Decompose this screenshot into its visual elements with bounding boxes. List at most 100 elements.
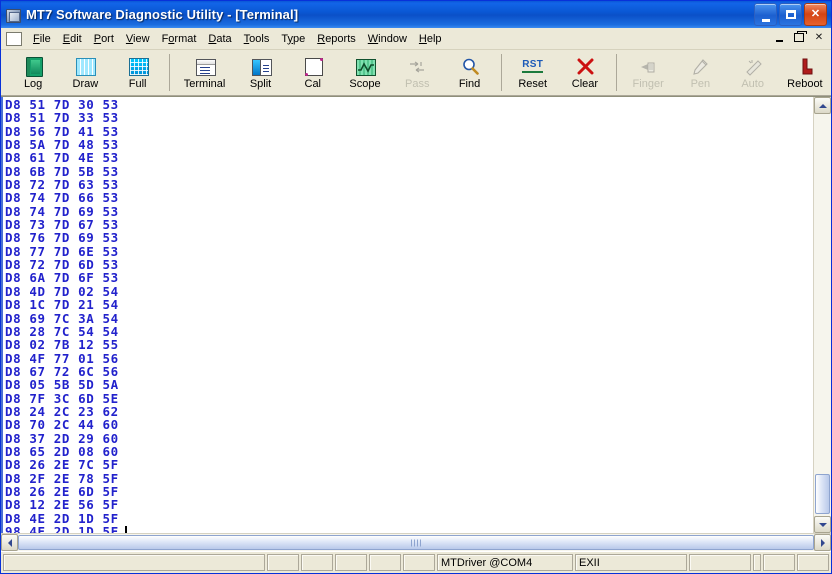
terminal-line: D8 72 7D 6D 53 [5, 257, 119, 273]
magnifier-find-icon [459, 56, 481, 77]
toolbar-label-log: Log [23, 77, 43, 90]
vertical-scroll-thumb[interactable] [815, 474, 830, 514]
minimize-button[interactable] [754, 3, 777, 26]
menu-item-tools[interactable]: Tools [238, 31, 276, 47]
status-extra-4 [797, 554, 829, 571]
terminal-line: D8 28 7C 54 54 [5, 323, 119, 339]
title-bar: MT7 Software Diagnostic Utility - [Termi… [1, 1, 831, 28]
toolbar-label-clear: Clear [571, 77, 599, 90]
terminal-line: D8 72 7D 63 53 [5, 177, 119, 193]
terminal-line: D8 76 7D 69 53 [5, 230, 119, 246]
mdi-restore-button[interactable] [790, 29, 808, 46]
scroll-up-arrow[interactable] [814, 97, 831, 114]
terminal-line: D8 7F 3C 6D 5E [5, 390, 119, 406]
horizontal-scroll-track[interactable] [18, 534, 814, 551]
terminal-line: D8 77 7D 6E 53 [5, 243, 119, 259]
menu-item-file[interactable]: File [27, 31, 57, 47]
scroll-left-arrow[interactable] [1, 534, 18, 551]
status-extra-1 [689, 554, 751, 571]
status-panel-5 [403, 554, 435, 571]
terminal-line: D8 6A 7D 6F 53 [5, 270, 119, 286]
split-window-icon [250, 56, 272, 77]
scroll-down-arrow[interactable] [814, 516, 831, 533]
mdi-window-buttons: ✕ [770, 29, 828, 46]
terminal-line: D8 1C 7D 21 54 [5, 297, 119, 313]
draw-grid-icon [74, 56, 97, 77]
vertical-scrollbar[interactable] [813, 97, 831, 533]
terminal-line: D8 4F 77 01 56 [5, 350, 119, 366]
toolbar-button-cal[interactable]: Cal [287, 51, 339, 94]
toolbar-button-terminal[interactable]: Terminal [175, 51, 235, 94]
mdi-close-button[interactable]: ✕ [810, 29, 828, 46]
scope-waveform-icon [354, 56, 377, 77]
terminal-line: D8 5A 7D 48 53 [5, 137, 119, 153]
mdi-minimize-button[interactable] [770, 29, 788, 46]
vertical-scroll-track[interactable] [814, 114, 831, 516]
menu-item-view[interactable]: View [120, 31, 156, 47]
terminal-line: D8 12 2E 56 5F [5, 497, 119, 513]
menu-item-help[interactable]: Help [413, 31, 448, 47]
status-message-panel [3, 554, 265, 571]
menu-item-edit[interactable]: Edit [57, 31, 88, 47]
toolbar-label-full: Full [128, 77, 147, 90]
toolbar-separator [500, 54, 502, 91]
mdi-document-icon[interactable] [6, 31, 22, 46]
menu-item-reports[interactable]: Reports [311, 31, 362, 47]
menu-label-file: ile [39, 32, 51, 45]
status-bar: MTDriver @COM4 EXII [1, 551, 831, 573]
toolbar-label-reset: Reset [518, 77, 548, 90]
menu-item-data[interactable]: Data [202, 31, 237, 47]
terminal-row: D8 51 7D 30 53 D8 51 7D 33 53 D8 56 7D 41 … [1, 97, 831, 533]
rst-reset-icon: RST [522, 56, 544, 77]
toolbar-button-reboot[interactable]: Reboot [779, 51, 831, 94]
toolbar-label-cal: Cal [304, 77, 322, 90]
scroll-right-arrow[interactable] [814, 534, 831, 551]
toolbar-button-split[interactable]: Split [234, 51, 286, 94]
toolbar-button-clear[interactable]: Clear [559, 51, 611, 94]
terminal-line: 98 4E 2D 1D 5F [5, 525, 813, 533]
terminal-line: D8 2F 2E 78 5F [5, 470, 119, 486]
toolbar-label-finger: Finger [632, 77, 664, 90]
finger-touch-icon [637, 56, 659, 77]
status-extra-3 [763, 554, 795, 571]
toolbar-button-reset[interactable]: RST Reset [507, 51, 559, 94]
terminal-line: D8 05 5B 5D 5A [5, 377, 119, 393]
menu-item-port[interactable]: Port [88, 31, 120, 47]
toolbar-button-auto[interactable]: Auto [727, 51, 779, 94]
horizontal-scrollbar[interactable] [1, 533, 831, 551]
menu-item-type[interactable]: Type [275, 31, 311, 47]
toolbar-button-log[interactable]: Log [7, 51, 59, 94]
terminal-line: D8 74 7D 66 53 [5, 190, 119, 206]
terminal-line: D8 4E 2D 1D 5F [5, 510, 119, 526]
terminal-line: D8 70 2C 44 60 [5, 417, 119, 433]
full-grid-icon [127, 56, 149, 77]
terminal-line: D8 67 72 6C 56 [5, 363, 119, 379]
toolbar-button-pass[interactable]: Pass [391, 51, 443, 94]
pass-icon [406, 56, 428, 77]
terminal-line: D8 26 2E 6D 5F [5, 483, 119, 499]
toolbar-button-pen[interactable]: Pen [674, 51, 726, 94]
toolbar-button-draw[interactable]: Draw [59, 51, 111, 94]
calibration-square-icon [302, 56, 324, 77]
pen-stylus-icon [689, 56, 711, 77]
toolbar-button-finger[interactable]: Finger [622, 51, 674, 94]
toolbar-label-scope: Scope [349, 77, 381, 90]
terminal-line: D8 4D 7D 02 54 [5, 283, 119, 299]
toolbar-label-reboot: Reboot [787, 77, 823, 90]
terminal-line: D8 69 7C 3A 54 [5, 310, 119, 326]
terminal-output[interactable]: D8 51 7D 30 53 D8 51 7D 33 53 D8 56 7D 41 … [1, 97, 813, 533]
maximize-button[interactable] [779, 3, 802, 26]
toolbar-button-scope[interactable]: Scope [339, 51, 391, 94]
close-button[interactable]: ✕ [804, 3, 827, 26]
terminal-line: D8 73 7D 67 53 [5, 217, 119, 233]
terminal-line: D8 26 2E 7C 5F [5, 457, 119, 473]
log-book-icon [22, 56, 44, 77]
toolbar: Log Draw Full Terminal Split Cal Scope P… [1, 50, 831, 96]
menu-item-window[interactable]: Window [362, 31, 413, 47]
status-device-panel: EXII [575, 554, 687, 571]
terminal-line: D8 24 2C 23 62 [5, 403, 119, 419]
horizontal-scroll-thumb[interactable] [18, 535, 814, 550]
toolbar-button-full[interactable]: Full [112, 51, 164, 94]
menu-item-format[interactable]: Format [156, 31, 203, 47]
toolbar-button-find[interactable]: Find [443, 51, 495, 94]
